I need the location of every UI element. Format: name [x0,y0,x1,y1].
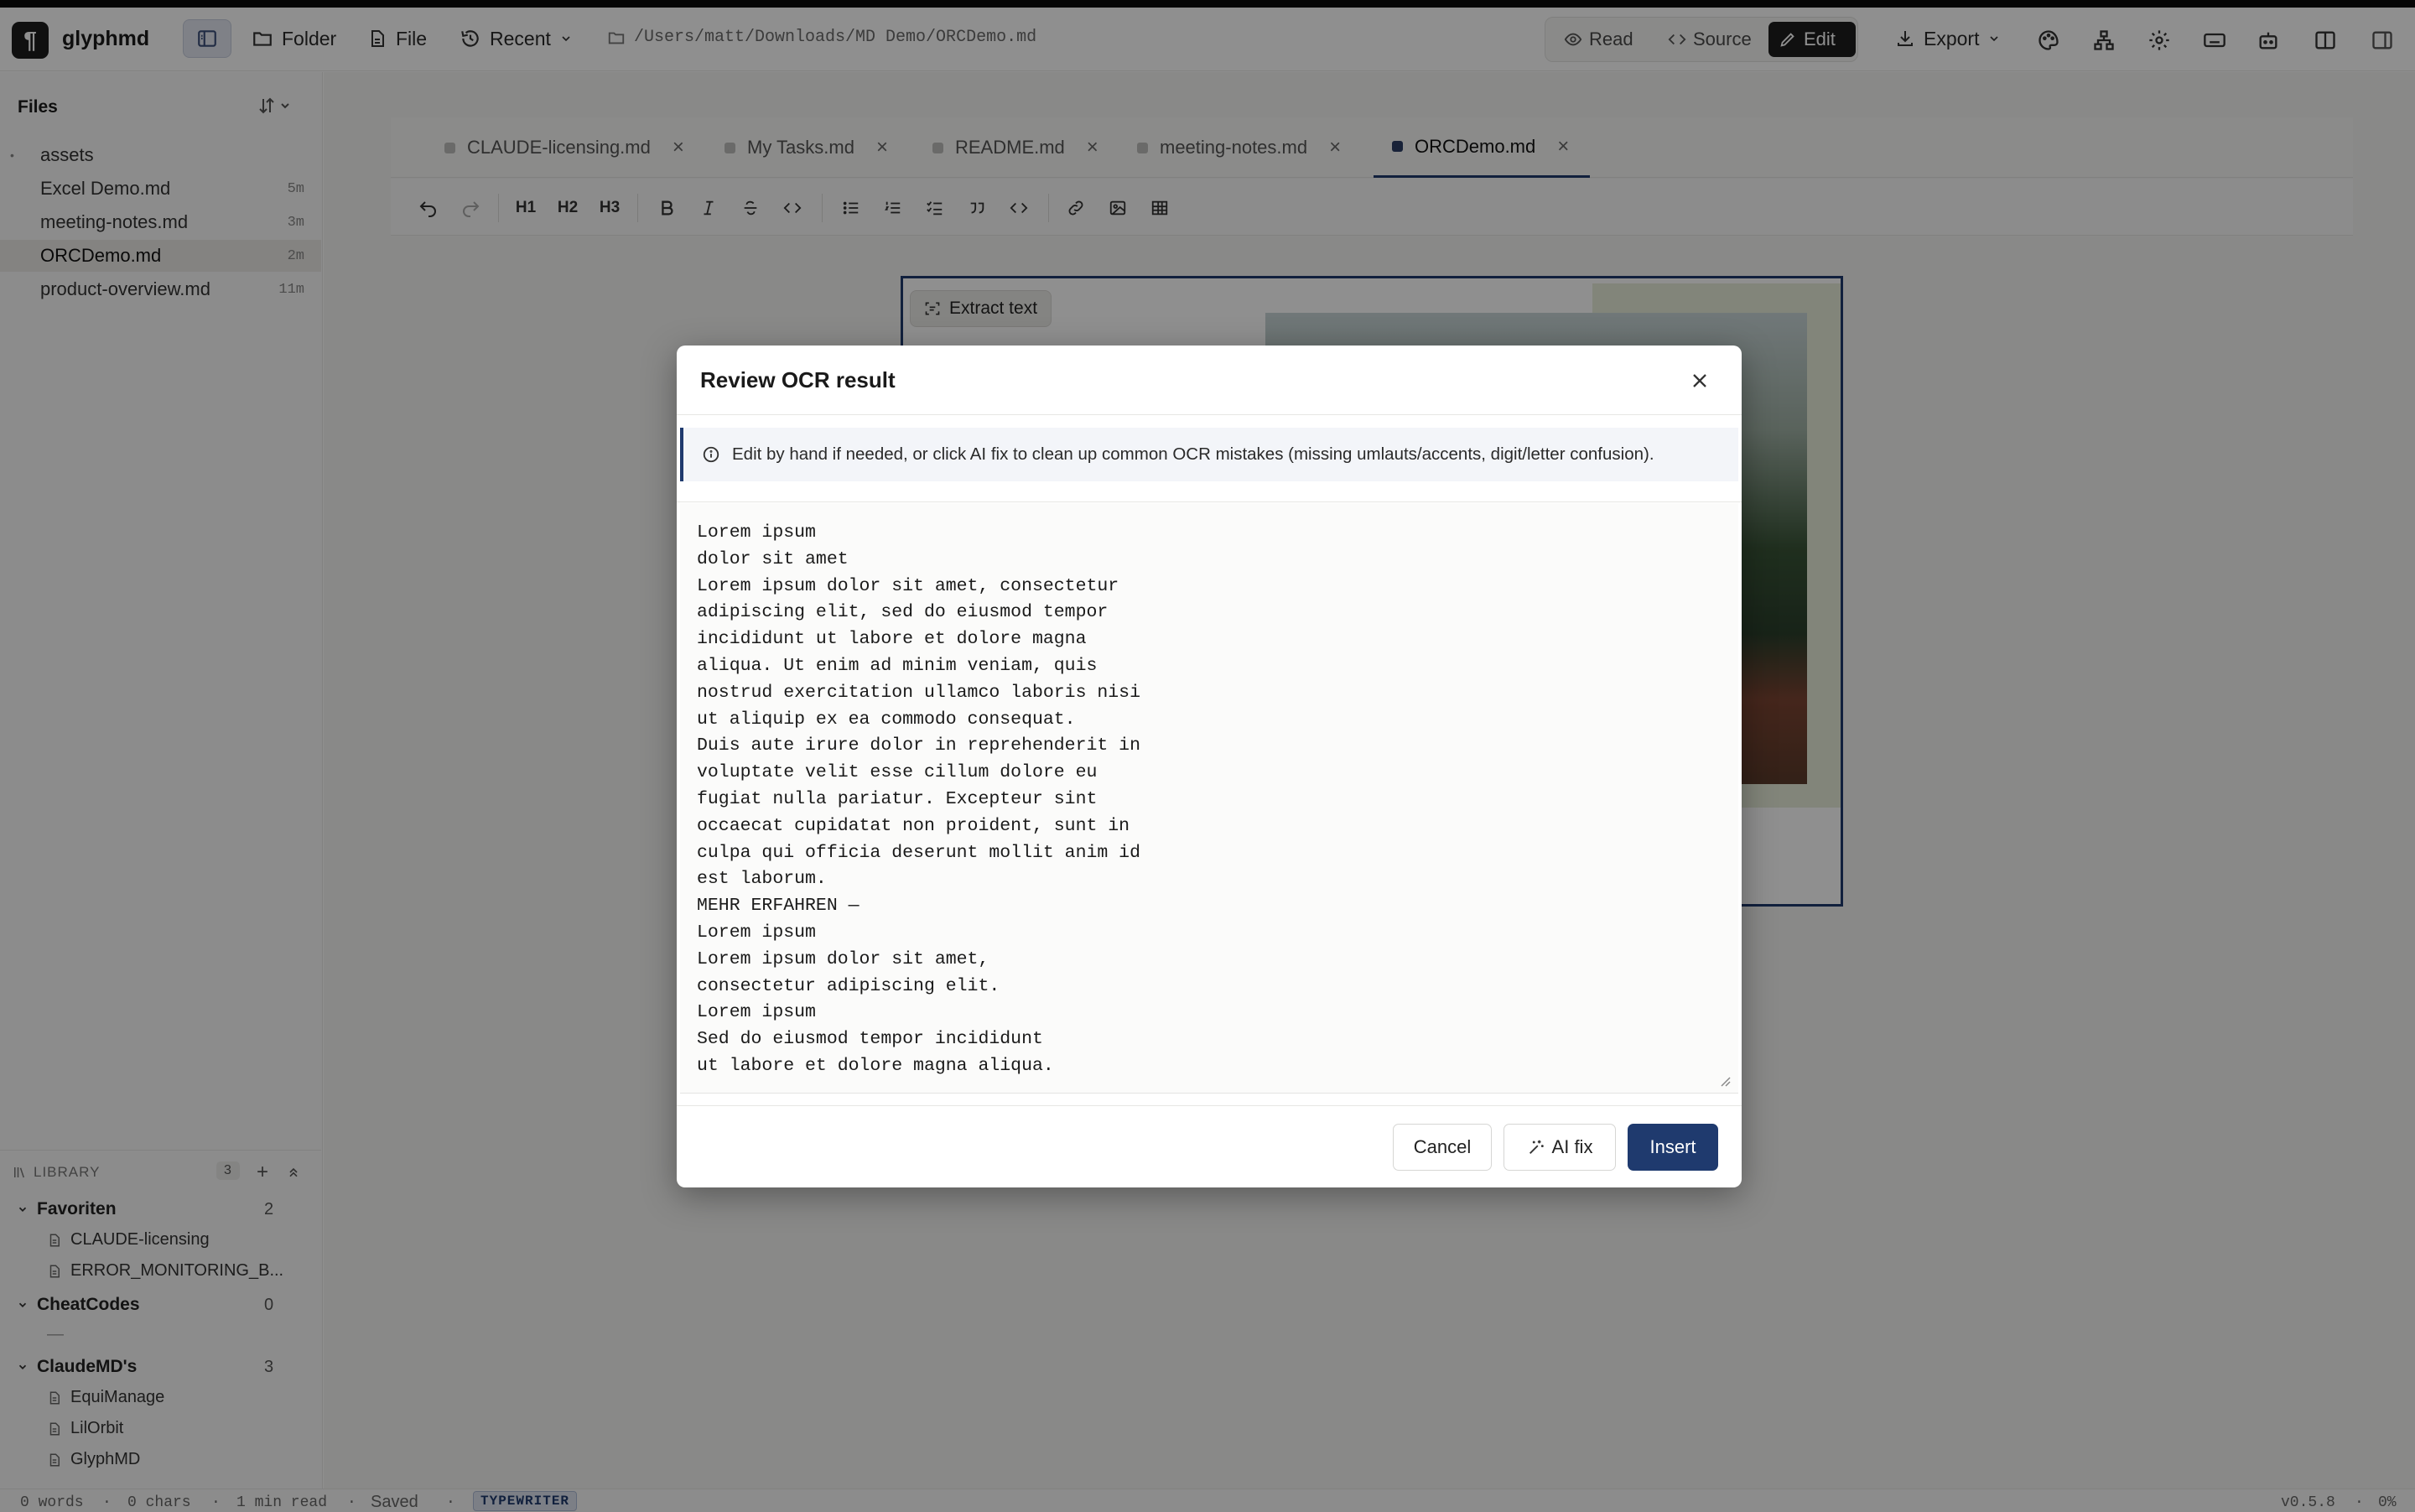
dialog-divider [677,414,1742,415]
dialog-title: Review OCR result [700,367,896,392]
ocr-review-dialog: Review OCR result Edit by hand if needed… [677,346,1742,1187]
ocr-text: Lorem ipsum dolor sit amet Lorem ipsum d… [697,522,1140,1076]
info-banner: Edit by hand if needed, or click AI fix … [680,428,1738,481]
insert-label: Insert [1649,1136,1696,1157]
info-text: Edit by hand if needed, or click AI fix … [732,444,1654,464]
cancel-label: Cancel [1413,1136,1472,1157]
info-icon [703,446,719,463]
ai-fix-button[interactable]: AI fix [1504,1124,1616,1171]
ai-fix-label: AI fix [1551,1136,1593,1157]
ocr-text-area[interactable]: Lorem ipsum dolor sit amet Lorem ipsum d… [680,503,1738,1094]
resize-grip-icon[interactable] [1718,1074,1732,1088]
dialog-divider [677,1105,1742,1106]
cancel-button[interactable]: Cancel [1393,1124,1492,1171]
close-icon [1693,374,1706,387]
dialog-divider [677,501,1742,502]
sparkles-icon [1529,1140,1544,1154]
insert-button[interactable]: Insert [1628,1124,1718,1171]
close-dialog-button[interactable] [1688,369,1711,392]
